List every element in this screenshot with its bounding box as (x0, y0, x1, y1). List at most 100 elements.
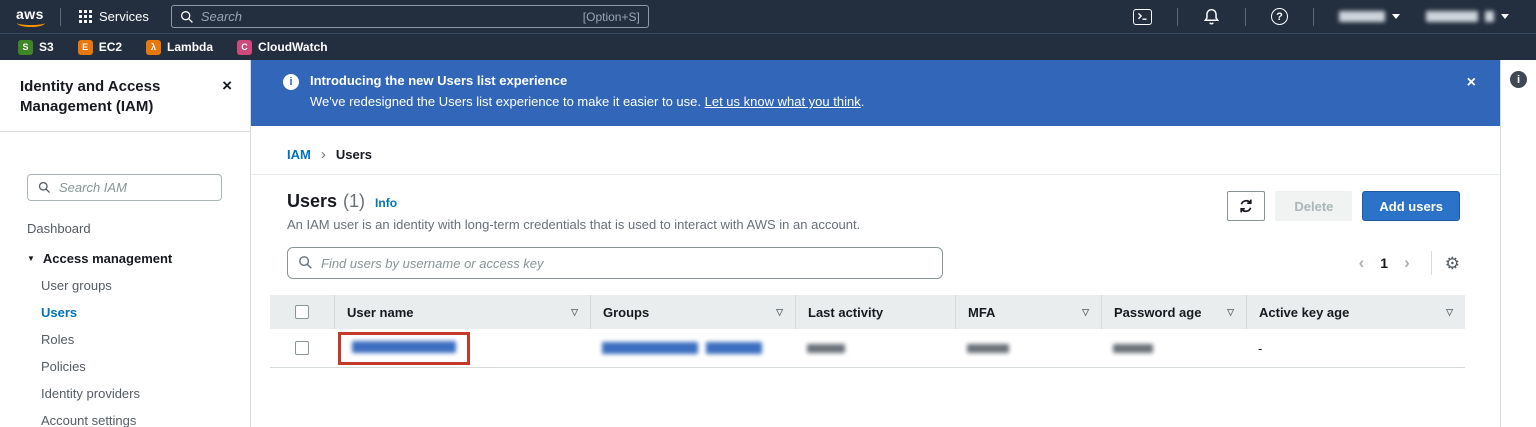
column-label: Password age (1114, 304, 1202, 320)
column-header-password-age[interactable]: Password age ▽ (1101, 295, 1246, 329)
column-header-last-activity[interactable]: Last activity (795, 295, 955, 329)
last-activity-cell (795, 343, 955, 353)
previous-page-button[interactable]: ‹ (1351, 253, 1373, 273)
redacted-groups (602, 342, 698, 354)
question-mark-icon: ? (1271, 8, 1288, 25)
redacted-region-name (1339, 11, 1385, 22)
top-navigation-bar: aws Services [Option+S] (0, 0, 1536, 33)
user-name-cell (334, 331, 590, 365)
sort-icon: ▽ (571, 306, 578, 317)
select-all-checkbox[interactable] (295, 305, 309, 319)
favorite-s3[interactable]: S S3 (18, 39, 54, 55)
row-checkbox-cell (270, 341, 334, 355)
sidebar-item-identity-providers[interactable]: Identity providers (41, 380, 230, 407)
user-filter-input[interactable] (287, 247, 943, 279)
banner-message: We've redesigned the Users list experien… (310, 94, 864, 109)
column-header-groups[interactable]: Groups ▽ (590, 295, 795, 329)
delete-button[interactable]: Delete (1275, 191, 1353, 221)
banner-message-suffix: . (860, 94, 865, 109)
feedback-link[interactable]: Let us know what you think (705, 94, 861, 109)
favorite-lambda[interactable]: λ Lambda (146, 39, 214, 55)
favorite-cloudwatch[interactable]: C CloudWatch (237, 39, 328, 55)
chevron-right-icon: › (320, 146, 326, 163)
password-age-cell (1101, 343, 1246, 353)
banner-close-icon[interactable]: × (1457, 73, 1476, 113)
favorite-label: EC2 (98, 40, 123, 54)
aws-logo[interactable]: aws (14, 4, 48, 29)
sidebar-section-access-management[interactable]: ▼ Access management (27, 242, 230, 272)
cloudwatch-service-icon: C (237, 39, 253, 55)
global-search[interactable]: [Option+S] (170, 5, 649, 28)
favorite-label: CloudWatch (258, 40, 328, 54)
redacted-password-age (1113, 343, 1153, 353)
add-users-button[interactable]: Add users (1362, 191, 1460, 221)
triangle-down-icon: ▼ (27, 254, 35, 263)
sort-icon: ▽ (1227, 306, 1234, 317)
bell-icon (1203, 8, 1220, 24)
row-checkbox[interactable] (295, 341, 309, 355)
sidebar-title: Identity and Access Management (IAM) (20, 78, 161, 115)
active-key-age-cell: - (1258, 340, 1263, 356)
refresh-icon (1240, 199, 1253, 213)
breadcrumb-iam-link[interactable]: IAM (287, 147, 311, 162)
redacted-last-activity (807, 343, 845, 353)
sort-icon: ▽ (776, 306, 783, 317)
sidebar-search-input[interactable] (59, 180, 211, 195)
lambda-service-icon: λ (146, 39, 162, 55)
sidebar-item-policies[interactable]: Policies (41, 353, 230, 380)
column-header-active-key-age[interactable]: Active key age ▽ (1246, 295, 1465, 329)
column-label: Active key age (1259, 304, 1350, 320)
sidebar-search[interactable] (27, 174, 222, 201)
banner-title: Introducing the new Users list experienc… (310, 73, 568, 88)
column-header-user-name[interactable]: User name ▽ (334, 295, 590, 329)
services-menu[interactable]: Services (73, 5, 155, 28)
mfa-cell (955, 343, 1101, 353)
sort-icon: ▽ (1446, 306, 1453, 317)
favorite-label: Lambda (167, 40, 214, 54)
refresh-button[interactable] (1227, 191, 1266, 221)
redacted-user-name (352, 340, 456, 353)
iam-sidebar: Identity and Access Management (IAM) × D… (0, 60, 251, 427)
cloudshell-button[interactable] (1120, 5, 1165, 29)
sidebar-item-roles[interactable]: Roles (41, 326, 230, 353)
region-menu[interactable] (1326, 11, 1413, 22)
favorite-ec2[interactable]: E EC2 (77, 39, 123, 55)
sidebar-item-users[interactable]: Users (41, 299, 230, 326)
user-count: (1) (343, 191, 366, 211)
account-menu[interactable] (1413, 11, 1522, 22)
sidebar-close-icon[interactable]: × (222, 77, 232, 94)
users-table-header: User name ▽ Groups ▽ Last activity MFA ▽ (270, 295, 1465, 329)
section-label: Access management (42, 251, 173, 266)
column-header-mfa[interactable]: MFA ▽ (955, 295, 1101, 329)
next-page-button[interactable]: › (1396, 253, 1418, 273)
breadcrumb-current: Users (335, 147, 372, 162)
red-annotation-box (338, 331, 470, 365)
favorite-label: S3 (39, 40, 54, 54)
search-icon (299, 256, 312, 269)
preferences-gear-icon[interactable]: ⚙ (1445, 255, 1460, 272)
breadcrumb: IAM › Users (251, 126, 1500, 175)
help-rail: i (1500, 60, 1536, 427)
info-panel-icon[interactable]: i (1510, 71, 1527, 88)
sidebar-item-dashboard[interactable]: Dashboard (27, 215, 230, 242)
divider (59, 7, 61, 26)
notifications-button[interactable] (1190, 5, 1233, 29)
info-link[interactable]: Info (375, 196, 397, 210)
sidebar-item-account-settings[interactable]: Account settings (41, 407, 230, 427)
sort-icon: ▽ (1082, 306, 1089, 317)
redacted-mfa (967, 343, 1009, 353)
services-label: Services (98, 9, 149, 24)
current-page-number[interactable]: 1 (1376, 255, 1392, 271)
search-shortcut-hint: [Option+S] (582, 9, 640, 24)
search-icon (38, 181, 50, 193)
chevron-down-icon (1501, 14, 1509, 19)
users-panel: Users (1) Info An IAM user is an identit… (251, 175, 1500, 368)
divider (1245, 7, 1246, 26)
info-banner: i Introducing the new Users list experie… (251, 60, 1500, 126)
global-search-input[interactable] (200, 9, 576, 24)
user-name-link[interactable] (352, 340, 456, 356)
services-grid-icon (78, 10, 92, 23)
sidebar-item-user-groups[interactable]: User groups (41, 272, 230, 299)
favorites-bar: S S3 E EC2 λ Lambda C CloudWatch (0, 33, 1536, 60)
help-button[interactable]: ? (1258, 5, 1301, 29)
